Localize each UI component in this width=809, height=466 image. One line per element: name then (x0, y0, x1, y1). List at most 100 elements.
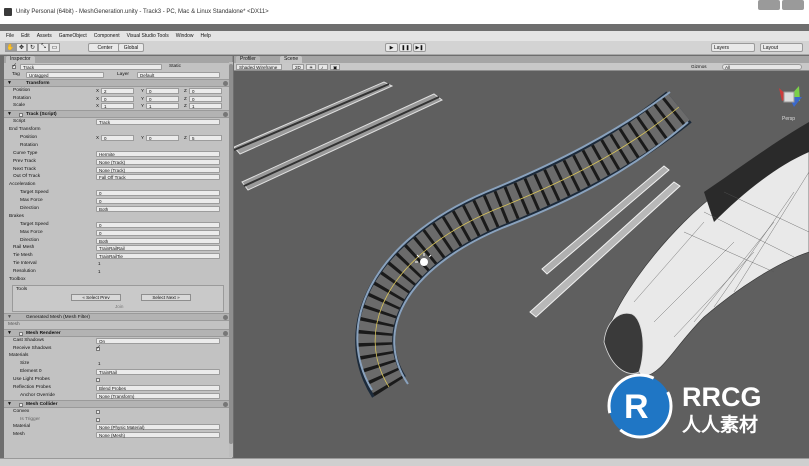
tab-profiler[interactable]: Profiler (236, 56, 260, 63)
end-position-x-field[interactable]: 0 (101, 135, 134, 142)
brk-max-force-field[interactable]: 0 (96, 229, 220, 236)
resolution-field[interactable]: 1 (96, 269, 220, 275)
layout-dropdown[interactable]: Layout (760, 43, 803, 52)
size-field[interactable]: 1 (96, 361, 220, 367)
straight-rail-top[interactable] (234, 81, 443, 191)
gear-icon[interactable] (223, 112, 228, 118)
pivot-toggle-button[interactable]: Center (88, 43, 122, 52)
curve-type-dropdown[interactable]: Hermite (96, 150, 220, 157)
rect-tool-icon[interactable]: ▭ (49, 43, 60, 52)
gizmos-dropdown[interactable]: Gizmos (689, 64, 719, 70)
convex-checkbox[interactable] (96, 409, 100, 414)
2d-toggle[interactable]: 2D (292, 64, 304, 70)
toolbox-foldout[interactable]: Toolbox (4, 276, 232, 284)
select-prev-button[interactable]: « Select Prev (71, 293, 121, 301)
move-tool-icon[interactable]: ✥ (16, 43, 27, 52)
end-position-z-field[interactable]: 5 (189, 135, 222, 142)
layer-dropdown[interactable]: Default (137, 71, 220, 78)
hand-tool-icon[interactable]: ✋ (5, 43, 16, 52)
acc-direction-dropdown[interactable]: Both (96, 206, 220, 213)
menu-help[interactable]: Help (201, 33, 211, 39)
menu-edit[interactable]: Edit (21, 33, 30, 39)
component-enabled-checkbox[interactable] (19, 402, 23, 407)
inspector-scroll-thumb[interactable] (229, 64, 233, 444)
is-trigger-checkbox[interactable] (96, 417, 100, 422)
gear-icon[interactable] (223, 330, 228, 336)
collider-mesh-field[interactable]: None (Mesh) (96, 432, 220, 439)
menu-assets[interactable]: Assets (37, 33, 52, 39)
scale-x-field[interactable]: 1 (101, 103, 134, 110)
gear-icon[interactable] (223, 80, 228, 86)
position-z-field[interactable]: 0 (189, 87, 222, 94)
rail-mesh-field[interactable]: TrainRailRail (96, 245, 220, 252)
end-position-y-field[interactable]: 0 (146, 135, 179, 142)
mesh-filter-header[interactable]: ▼ Generated Mesh (Mesh Filter) (4, 312, 232, 321)
menu-component[interactable]: Component (94, 33, 120, 39)
script-field[interactable]: Track (96, 119, 220, 126)
next-track-field[interactable]: None (Track) (96, 166, 220, 173)
end-transform-foldout[interactable]: End Transform (4, 126, 232, 134)
anchor-override-field[interactable]: None (Transform) (96, 392, 220, 399)
component-enabled-checkbox[interactable] (19, 113, 23, 118)
mesh-collider-header[interactable]: ▼ Mesh Collider (4, 399, 232, 408)
scale-y-field[interactable]: 1 (146, 103, 179, 110)
acc-max-force-field[interactable]: 0 (96, 198, 220, 205)
play-button[interactable]: ▶ (385, 43, 398, 52)
mesh-renderer-header[interactable]: ▼ Mesh Renderer (4, 328, 232, 337)
close-button[interactable] (782, 0, 804, 10)
element0-field[interactable]: TrainRail (96, 369, 220, 376)
receive-shadows-checkbox[interactable] (96, 345, 101, 352)
out-of-track-dropdown[interactable]: Fall Off Track (96, 174, 220, 181)
scene-search-input[interactable]: All (722, 64, 802, 70)
shading-mode-dropdown[interactable]: Shaded Wireframe (236, 64, 282, 70)
layers-dropdown[interactable]: Layers (711, 43, 755, 52)
brakes-foldout[interactable]: Brakes (4, 213, 232, 221)
menu-gameobject[interactable]: GameObject (59, 33, 87, 39)
space-toggle-button[interactable]: Global (118, 43, 144, 52)
acceleration-foldout[interactable]: Acceleration (4, 181, 232, 189)
effects-toggle-icon[interactable]: ▣ (330, 64, 340, 70)
pause-button[interactable]: ❚❚ (399, 43, 412, 52)
component-enabled-checkbox[interactable] (19, 331, 23, 336)
gear-icon[interactable] (223, 401, 228, 407)
menu-window[interactable]: Window (176, 33, 194, 39)
tag-dropdown[interactable]: Untagged (26, 71, 104, 78)
track-script-header[interactable]: ▼ Track (Script) (4, 110, 232, 119)
tab-scene[interactable]: Scene (280, 56, 303, 63)
transform-header[interactable]: ▼ Transform (4, 78, 232, 87)
acc-target-speed-field[interactable]: 0 (96, 190, 220, 197)
lighting-toggle-icon[interactable]: ☀ (306, 64, 316, 70)
position-x-field[interactable]: 2 (101, 87, 134, 94)
rotation-y-field[interactable]: 0 (146, 95, 179, 102)
rotation-z-field[interactable]: 0 (189, 95, 222, 102)
position-y-field[interactable]: 0 (146, 87, 179, 94)
menu-file[interactable]: File (6, 33, 14, 39)
end-transform-rotation-row[interactable]: Rotation (4, 142, 232, 150)
audio-toggle-icon[interactable]: ♪ (318, 64, 328, 70)
rotation-x-field[interactable]: 0 (101, 95, 134, 102)
tie-mesh-field[interactable]: TrainRailTie (96, 253, 220, 260)
physic-material-field[interactable]: None (Physic Material) (96, 424, 220, 431)
persp-label[interactable]: Persp (782, 116, 795, 122)
tie-interval-field[interactable]: 1 (96, 261, 220, 267)
static-label[interactable]: Static (169, 63, 181, 71)
cast-shadows-dropdown[interactable]: On (96, 337, 220, 344)
join-button[interactable]: Join (115, 304, 123, 309)
scale-tool-icon[interactable]: ⤡ (38, 43, 49, 52)
select-next-button[interactable]: Select Next » (141, 293, 191, 301)
tab-inspector[interactable]: Inspector (6, 56, 35, 63)
step-button[interactable]: ▶❚ (413, 43, 426, 52)
brk-target-speed-field[interactable]: 0 (96, 221, 220, 228)
gear-icon[interactable] (223, 314, 228, 320)
scale-z-field[interactable]: 1 (189, 103, 222, 110)
object-name-field[interactable]: Track (20, 64, 162, 70)
brk-direction-dropdown[interactable]: Both (96, 237, 220, 244)
prev-track-field[interactable]: None (Track) (96, 158, 220, 165)
object-active-checkbox[interactable] (12, 63, 17, 71)
materials-foldout[interactable]: Materials (4, 352, 232, 360)
orientation-gizmo-icon[interactable]: Persp (779, 86, 802, 122)
rotate-tool-icon[interactable]: ↻ (27, 43, 38, 52)
menu-visual-studio-tools[interactable]: Visual Studio Tools (127, 33, 169, 39)
use-light-probes-checkbox[interactable] (96, 378, 100, 383)
reflection-probes-dropdown[interactable]: Blend Probes (96, 384, 220, 391)
